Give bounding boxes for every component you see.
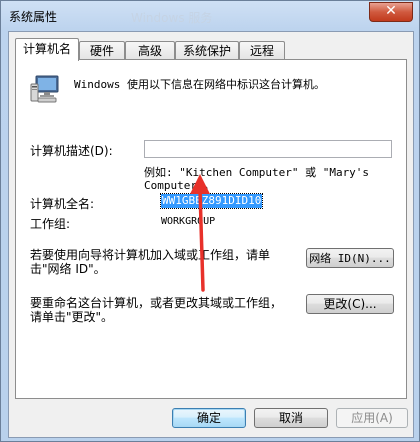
rename-instructions-line-2: 请单击"更改"。	[30, 310, 114, 324]
computer-icon	[30, 75, 59, 103]
window-title: 系统属性	[9, 10, 58, 24]
network-id-instructions-line-2: 击"网络 ID"。	[30, 262, 106, 276]
tab-computer-name[interactable]: 计算机名	[15, 38, 79, 61]
background-window-title: Windows 服务	[131, 11, 213, 25]
tab-advanced[interactable]: 高级	[125, 41, 175, 60]
dialog-client-area: 计算机名 硬件 高级 系统保护 远程 Windows 使用以下信息在网络中标识这…	[8, 31, 414, 438]
example-line-2: Computer"。	[144, 179, 215, 192]
close-icon: ✕	[385, 3, 397, 19]
computer-description-input[interactable]	[144, 140, 392, 158]
workgroup-label: 工作组:	[30, 217, 71, 231]
workgroup-value: WORKGROUP	[161, 216, 216, 227]
change-button[interactable]: 更改(C)...	[306, 294, 394, 314]
cancel-button[interactable]: 取消	[254, 408, 328, 428]
system-properties-window: 系统属性 Windows 服务 ✕ 计算机名 硬件 高级 系统保护 远程 Win…	[0, 0, 420, 442]
apply-button[interactable]: 应用(A)	[336, 408, 408, 428]
tab-system-protection[interactable]: 系统保护	[175, 41, 239, 60]
network-id-button[interactable]: 网络 ID(N)...	[306, 248, 394, 268]
intro-text: Windows 使用以下信息在网络中标识这台计算机。	[74, 78, 325, 91]
full-name-value[interactable]: WW1GBEZ891DID10	[159, 193, 264, 209]
full-name-label: 计算机全名:	[30, 197, 95, 211]
close-button[interactable]: ✕	[369, 2, 413, 22]
tab-hardware[interactable]: 硬件	[79, 41, 125, 60]
computer-name-panel: Windows 使用以下信息在网络中标识这台计算机。 计算机描述(D): 例如:…	[15, 59, 407, 399]
title-bar[interactable]: 系统属性 Windows 服务 ✕	[1, 1, 419, 31]
ok-button[interactable]: 确定	[172, 408, 246, 428]
tab-remote[interactable]: 远程	[239, 41, 285, 60]
description-label: 计算机描述(D):	[30, 144, 113, 158]
